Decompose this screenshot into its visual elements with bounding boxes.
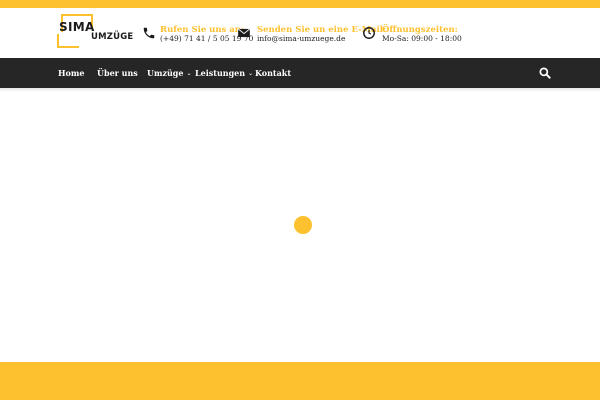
nav-item-ueber-uns[interactable]: Über uns <box>97 68 138 78</box>
nav-item-leistungen[interactable]: Leistungen ⌄ <box>195 68 253 78</box>
nav-item-umzuege-label: Umzüge <box>147 68 184 78</box>
nav-item-ueber-uns-label: Über uns <box>97 68 138 78</box>
site-logo[interactable]: SIMA UMZÜGE <box>57 14 133 48</box>
main-navigation: Home Über uns Umzüge ⌄ Leistungen ⌄ Kontak… <box>0 58 600 88</box>
chevron-down-icon: ⌄ <box>248 70 254 77</box>
contact-hours: Öffnungszeiten: Mo-Sa: 09:00 - 18:00 <box>362 25 462 45</box>
nav-item-leistungen-label: Leistungen <box>195 68 246 78</box>
nav-item-home-label: Home <box>58 68 85 78</box>
phone-icon <box>143 27 155 39</box>
contact-email-value[interactable]: info@sima-umzuege.de <box>257 34 345 43</box>
top-accent-bar <box>0 0 600 8</box>
logo-frame-bottom <box>57 34 79 48</box>
footer-accent-bar <box>0 362 600 400</box>
envelope-icon <box>237 28 251 38</box>
contact-hours-value: Mo-Sa: 09:00 - 18:00 <box>382 34 462 43</box>
logo-word-umzuege: UMZÜGE <box>91 32 134 42</box>
search-icon[interactable] <box>538 66 552 80</box>
nav-item-kontakt[interactable]: Kontakt <box>255 68 291 78</box>
loading-dot-icon <box>294 216 312 234</box>
nav-item-umzuege[interactable]: Umzüge ⌄ <box>147 68 192 78</box>
logo-word-sima: SIMA <box>59 20 95 34</box>
nav-item-home[interactable]: Home <box>58 68 84 78</box>
nav-shadow <box>0 88 600 92</box>
contact-email: Senden Sie un eine E-Mail: info@sima-umz… <box>236 25 386 45</box>
contact-phone: Rufen Sie uns an: (+49) 71 41 / 5 05 19 … <box>142 25 253 45</box>
chevron-down-icon: ⌄ <box>186 70 192 77</box>
nav-item-kontakt-label: Kontakt <box>255 68 292 78</box>
clock-icon <box>363 27 375 39</box>
